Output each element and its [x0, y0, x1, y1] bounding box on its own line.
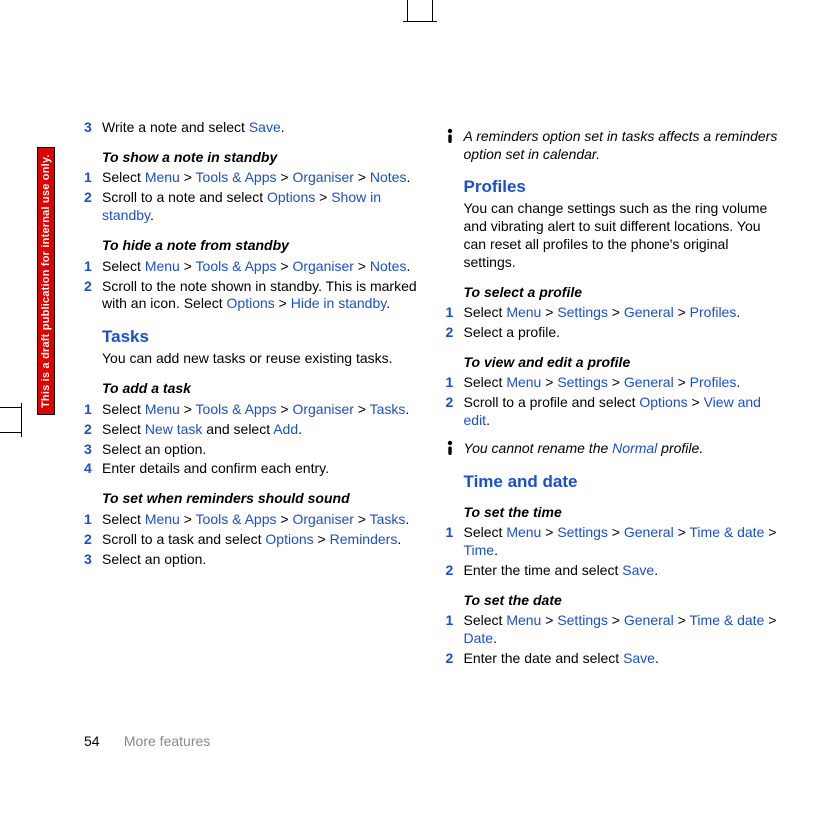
- step-text: Select Menu > Tools & Apps > Organiser >…: [102, 169, 418, 187]
- step-text: Select an option.: [102, 441, 418, 459]
- step-text: Enter the time and select Save.: [464, 562, 780, 580]
- crop-mark-left: [0, 407, 22, 433]
- step-number: 2: [446, 394, 464, 430]
- step-number: 1: [446, 612, 464, 648]
- step-number: 1: [446, 524, 464, 560]
- section-name: More features: [124, 733, 210, 749]
- step-text: Select Menu > Settings > General > Time …: [464, 524, 780, 560]
- step-text: Scroll to a profile and select Options >…: [464, 394, 780, 430]
- step-number: 1: [446, 304, 464, 322]
- manual-page: This is a draft publication for internal…: [0, 0, 839, 839]
- info-icon: [446, 440, 464, 458]
- step-text: Select Menu > Settings > General > Profi…: [464, 374, 780, 392]
- list-item: 1 Select Menu > Settings > General > Pro…: [446, 374, 780, 392]
- section-body: You can add new tasks or reuse existing …: [102, 350, 418, 368]
- page-content: 3 Write a note and select Save. To show …: [84, 118, 779, 779]
- list-item: 1 Select Menu > Tools & Apps > Organiser…: [84, 169, 418, 187]
- procedure-title: To set when reminders should sound: [102, 490, 418, 508]
- note-text: You cannot rename the Normal profile.: [464, 440, 780, 458]
- page-number: 54: [84, 733, 120, 749]
- procedure-title: To select a profile: [464, 284, 780, 302]
- step-number: 1: [84, 401, 102, 419]
- list-item: 2 Scroll to a profile and select Options…: [446, 394, 780, 430]
- step-number: 3: [84, 551, 102, 569]
- list-item: 2 Scroll to a note and select Options > …: [84, 189, 418, 225]
- procedure-title: To view and edit a profile: [464, 354, 780, 372]
- note-text: A reminders option set in tasks affects …: [464, 128, 780, 163]
- column-left: 3 Write a note and select Save. To show …: [84, 118, 418, 779]
- procedure-title: To add a task: [102, 380, 418, 398]
- note-block: A reminders option set in tasks affects …: [446, 128, 780, 163]
- step-number: 2: [84, 531, 102, 549]
- list-item: 2 Enter the date and select Save.: [446, 650, 780, 668]
- procedure-title: To show a note in standby: [102, 149, 418, 167]
- step-text: Enter details and confirm each entry.: [102, 460, 418, 478]
- step-number: 2: [84, 189, 102, 225]
- list-item: 2 Scroll to the note shown in standby. T…: [84, 278, 418, 314]
- step-number: 1: [84, 511, 102, 529]
- step-text: Select a profile.: [464, 324, 780, 342]
- list-item: 3 Write a note and select Save.: [84, 119, 418, 137]
- step-number: 1: [84, 258, 102, 276]
- procedure-title: To set the date: [464, 592, 780, 610]
- step-number: 1: [84, 169, 102, 187]
- step-text: Select Menu > Tools & Apps > Organiser >…: [102, 401, 418, 419]
- list-item: 3 Select an option.: [84, 551, 418, 569]
- section-body: You can change settings such as the ring…: [464, 200, 780, 272]
- list-item: 3 Select an option.: [84, 441, 418, 459]
- list-item: 2 Select a profile.: [446, 324, 780, 342]
- list-item: 1 Select Menu > Tools & Apps > Organiser…: [84, 511, 418, 529]
- info-icon: [446, 128, 464, 163]
- crop-mark-top: [407, 0, 433, 22]
- step-text: Enter the date and select Save.: [464, 650, 780, 668]
- procedure-title: To set the time: [464, 504, 780, 522]
- draft-watermark: This is a draft publication for internal…: [37, 147, 55, 415]
- step-number: 2: [446, 562, 464, 580]
- step-text: Select Menu > Settings > General > Profi…: [464, 304, 780, 322]
- list-item: 4 Enter details and confirm each entry.: [84, 460, 418, 478]
- step-text: Select Menu > Settings > General > Time …: [464, 612, 780, 648]
- list-item: 1 Select Menu > Settings > General > Tim…: [446, 524, 780, 560]
- page-footer: 54 More features: [84, 733, 210, 749]
- column-right: A reminders option set in tasks affects …: [446, 118, 780, 779]
- list-item: 2 Enter the time and select Save.: [446, 562, 780, 580]
- list-item: 2 Select New task and select Add.: [84, 421, 418, 439]
- step-number: 3: [84, 441, 102, 459]
- step-number: 4: [84, 460, 102, 478]
- step-text: Select Menu > Tools & Apps > Organiser >…: [102, 511, 418, 529]
- step-text: Select New task and select Add.: [102, 421, 418, 439]
- step-number: 3: [84, 119, 102, 137]
- list-item: 1 Select Menu > Settings > General > Pro…: [446, 304, 780, 322]
- step-text: Write a note and select Save.: [102, 119, 418, 137]
- step-text: Scroll to the note shown in standby. Thi…: [102, 278, 418, 314]
- list-item: 2 Scroll to a task and select Options > …: [84, 531, 418, 549]
- section-heading-profiles: Profiles: [464, 177, 780, 197]
- procedure-title: To hide a note from standby: [102, 237, 418, 255]
- step-number: 2: [446, 650, 464, 668]
- step-text: Select an option.: [102, 551, 418, 569]
- step-number: 1: [446, 374, 464, 392]
- list-item: 1 Select Menu > Tools & Apps > Organiser…: [84, 401, 418, 419]
- note-block: You cannot rename the Normal profile.: [446, 440, 780, 458]
- step-number: 2: [446, 324, 464, 342]
- step-number: 2: [84, 421, 102, 439]
- step-number: 2: [84, 278, 102, 314]
- section-heading-time-date: Time and date: [464, 472, 780, 492]
- section-heading-tasks: Tasks: [102, 327, 418, 347]
- step-text: Scroll to a task and select Options > Re…: [102, 531, 418, 549]
- list-item: 1 Select Menu > Tools & Apps > Organiser…: [84, 258, 418, 276]
- list-item: 1 Select Menu > Settings > General > Tim…: [446, 612, 780, 648]
- step-text: Select Menu > Tools & Apps > Organiser >…: [102, 258, 418, 276]
- step-text: Scroll to a note and select Options > Sh…: [102, 189, 418, 225]
